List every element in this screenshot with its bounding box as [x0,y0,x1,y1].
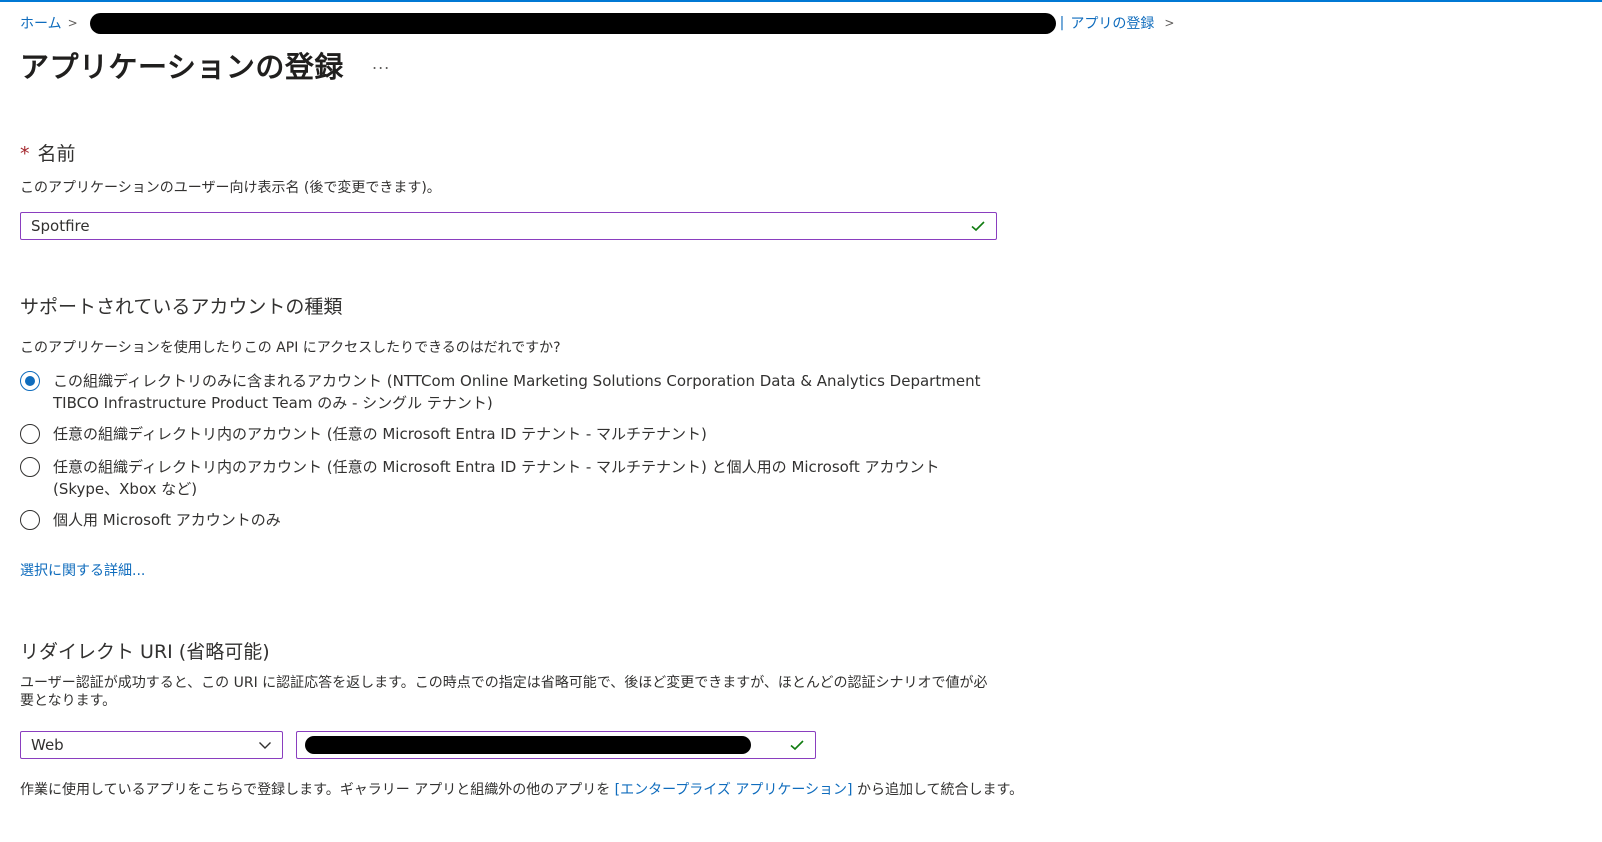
name-input[interactable]: Spotfire [20,212,997,240]
name-input-value: Spotfire [31,217,90,235]
redirect-uri-input[interactable] [296,731,816,759]
radio-option-label: 任意の組織ディレクトリ内のアカウント (任意の Microsoft Entra … [53,425,707,443]
breadcrumb: ホーム > | アプリの登録 > [20,11,1182,35]
radio-option-multi-tenant-personal[interactable]: 任意の組織ディレクトリ内のアカウント (任意の Microsoft Entra … [20,456,1003,500]
platform-select[interactable]: Web [20,731,283,759]
more-options-button[interactable]: ... [372,54,390,73]
checkmark-icon [971,221,985,232]
breadcrumb-divider: | [1059,15,1065,31]
footer-text-before: 作業に使用しているアプリをこちらで登録します。ギャラリー アプリと組織外の他のア… [20,782,615,798]
breadcrumb-app-registrations-link[interactable]: アプリの登録 [1070,13,1154,33]
chevron-right-icon: > [67,16,78,30]
radio-option-label: 任意の組織ディレクトリ内のアカウント (任意の Microsoft Entra … [53,458,940,498]
top-accent-line [0,0,1602,2]
required-asterisk: * [20,143,30,165]
radio-option-personal-only[interactable]: 個人用 Microsoft アカウントのみ [20,509,1003,531]
page-title: アプリケーションの登録 [20,50,344,84]
radio-button[interactable] [20,424,40,444]
footer-note: 作業に使用しているアプリをこちらで登録します。ギャラリー アプリと組織外の他のア… [20,779,1023,799]
radio-button[interactable] [20,457,40,477]
redirect-uri-heading: リダイレクト URI (省略可能) [20,641,270,663]
radio-option-single-tenant[interactable]: この組織ディレクトリのみに含まれるアカウント (NTTCom Online Ma… [20,370,1003,414]
checkmark-icon [790,740,804,751]
chevron-down-icon [259,742,271,749]
redacted-uri-value [305,736,751,754]
name-field-label: * 名前 [20,139,76,166]
redacted-breadcrumb-path [89,12,1056,34]
name-field-description: このアプリケーションのユーザー向け表示名 (後で変更できます)。 [20,180,441,196]
name-label-text: 名前 [37,143,76,165]
selection-help-link[interactable]: 選択に関する詳細... [20,560,145,580]
account-types-question: このアプリケーションを使用したりこの API にアクセスしたりできるのはだれです… [20,340,561,356]
platform-select-value: Web [31,736,64,754]
radio-option-label: この組織ディレクトリのみに含まれるアカウント (NTTCom Online Ma… [53,372,981,412]
redirect-uri-description: ユーザー認証が成功すると、この URI に認証応答を返します。この時点での指定は… [20,675,988,709]
breadcrumb-home-link[interactable]: ホーム [20,13,62,33]
radio-dot [25,376,35,386]
enterprise-applications-link[interactable]: [エンタープライズ アプリケーション] [615,782,853,798]
radio-button[interactable] [20,510,40,530]
radio-option-label: 個人用 Microsoft アカウントのみ [53,511,281,529]
radio-button-selected[interactable] [20,371,40,391]
account-types-heading: サポートされているアカウントの種類 [20,296,343,318]
footer-text-after: から追加して統合します。 [852,782,1024,798]
radio-option-multi-tenant[interactable]: 任意の組織ディレクトリ内のアカウント (任意の Microsoft Entra … [20,423,1003,445]
chevron-right-icon: > [1164,16,1175,30]
